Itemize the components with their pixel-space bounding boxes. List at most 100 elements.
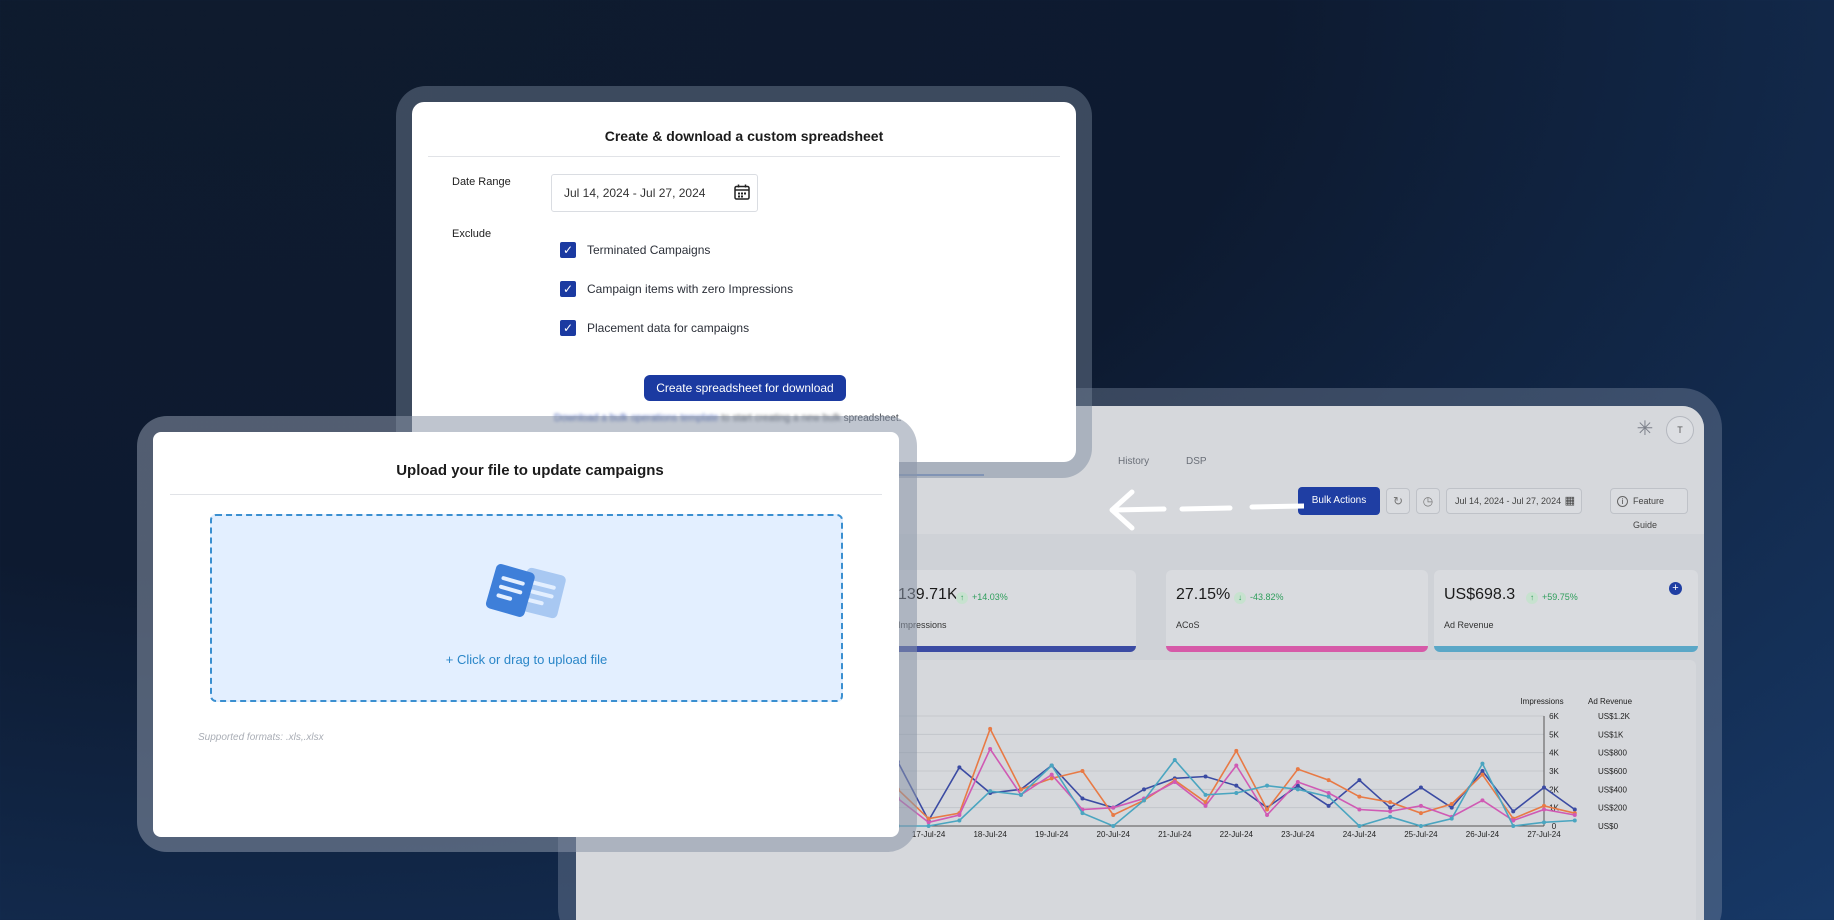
arrow-up-icon: ↑ — [1526, 592, 1538, 604]
data-point — [1203, 774, 1208, 779]
revenue-tick-label: US$800 — [1598, 749, 1627, 758]
data-point — [1049, 763, 1054, 768]
data-point — [1511, 809, 1516, 814]
data-point — [1265, 783, 1270, 788]
x-tick-label: 18-Jul-24 — [973, 830, 1007, 839]
revenue-axis-title: Ad Revenue — [1588, 697, 1633, 706]
file-drop-zone[interactable]: + Click or drag to upload file — [210, 514, 843, 702]
data-point — [1142, 798, 1146, 803]
data-point — [1111, 813, 1116, 817]
checkmark-icon[interactable]: ✓ — [560, 320, 576, 336]
data-point — [1449, 805, 1454, 810]
arrow-down-icon: ↓ — [1234, 592, 1246, 604]
data-point — [1542, 785, 1546, 790]
download-modal: Create & download a custom spreadsheet D… — [412, 102, 1076, 462]
data-point — [1480, 798, 1485, 803]
impressions-axis-title: Impressions — [1520, 697, 1563, 706]
impressions-tick-label: 5K — [1549, 730, 1559, 739]
bulk-actions-button[interactable]: Bulk Actions — [1298, 487, 1380, 515]
x-tick-label: 27-Jul-24 — [1527, 830, 1561, 839]
data-point — [1265, 807, 1270, 812]
data-point — [1295, 767, 1300, 772]
divider — [170, 494, 882, 495]
feature-guide-button[interactable]: i Feature Guide — [1610, 488, 1688, 530]
x-tick-label: 26-Jul-24 — [1466, 830, 1500, 839]
tab-history[interactable]: History — [1118, 456, 1149, 467]
x-tick-label: 21-Jul-24 — [1158, 830, 1192, 839]
data-point — [1388, 800, 1393, 805]
kpi-delta: ↑ +14.03% — [956, 592, 1008, 604]
data-point — [1357, 807, 1362, 812]
revenue-tick-label: US$0 — [1598, 822, 1619, 831]
data-point — [1572, 807, 1577, 812]
checkmark-icon[interactable]: ✓ — [560, 281, 576, 297]
data-point — [1480, 769, 1485, 773]
data-point — [1418, 803, 1423, 808]
kpi-delta: ↓ -43.82% — [1234, 592, 1284, 604]
supported-formats: Supported formats: .xls,.xlsx — [198, 732, 324, 743]
data-point — [1511, 824, 1516, 828]
date-range-input[interactable]: Jul 14, 2024 - Jul 27, 2024 — [551, 174, 758, 212]
kpi-card-ad-revenue[interactable]: US$698.3 ↑ +59.75% Ad Revenue + — [1434, 570, 1698, 652]
revenue-tick-label: US$1K — [1598, 730, 1624, 739]
data-point — [1388, 805, 1393, 810]
kpi-color-bar — [1166, 646, 1428, 652]
data-point — [988, 789, 993, 794]
data-point — [1203, 803, 1208, 808]
data-point — [1542, 820, 1546, 825]
kpi-label: ACoS — [1176, 620, 1200, 630]
history-icon[interactable]: ◷ — [1416, 488, 1440, 514]
data-point — [1234, 791, 1239, 795]
impressions-tick-label: 6K — [1549, 712, 1559, 721]
avatar[interactable]: T — [1666, 416, 1694, 444]
data-point — [1295, 780, 1300, 784]
revenue-tick-label: US$400 — [1598, 785, 1627, 794]
tab-dsp[interactable]: DSP — [1186, 456, 1207, 467]
data-point — [1018, 792, 1023, 797]
dashboard-date-range[interactable]: Jul 14, 2024 - Jul 27, 2024 ▦ — [1446, 488, 1582, 514]
calendar-icon[interactable] — [733, 183, 751, 201]
data-point — [1234, 783, 1239, 788]
kpi-value: US$698.3 — [1444, 586, 1516, 603]
refresh-icon[interactable]: ↻ — [1386, 488, 1410, 514]
impressions-tick-label: 4K — [1549, 749, 1559, 758]
data-point — [1418, 824, 1423, 828]
create-spreadsheet-button[interactable]: Create spreadsheet for download — [644, 375, 846, 401]
kpi-card-impressions[interactable]: 139.71K ↑ +14.03% Impressions — [888, 570, 1136, 652]
data-point — [1172, 780, 1177, 784]
data-point — [1018, 787, 1023, 792]
divider — [428, 156, 1060, 157]
checkbox-label: Terminated Campaigns — [587, 243, 711, 257]
exclude-label: Exclude — [452, 228, 492, 240]
data-point — [1357, 794, 1362, 799]
impressions-tick-label: 3K — [1549, 767, 1559, 776]
checkmark-icon[interactable]: ✓ — [560, 242, 576, 258]
data-point — [1388, 809, 1393, 814]
x-tick-label: 22-Jul-24 — [1220, 830, 1254, 839]
data-point — [957, 765, 962, 770]
data-point — [1357, 778, 1362, 783]
x-tick-label: 23-Jul-24 — [1281, 830, 1315, 839]
kpi-label: Ad Revenue — [1444, 620, 1494, 630]
documents-icon — [485, 564, 566, 619]
date-range-label: Date Range — [452, 176, 511, 188]
kpi-color-bar — [1434, 646, 1698, 652]
download-modal-title: Create & download a custom spreadsheet — [604, 128, 884, 144]
add-metric-icon[interactable]: + — [1669, 582, 1682, 595]
data-point — [1265, 813, 1270, 817]
data-point — [1449, 802, 1454, 806]
data-point — [988, 747, 993, 751]
data-point — [1234, 763, 1239, 768]
data-point — [1080, 769, 1085, 773]
settings-asterisk-icon[interactable]: ✳ — [1634, 418, 1656, 440]
upload-modal-title: Upload your file to update campaigns — [396, 462, 664, 479]
x-tick-label: 24-Jul-24 — [1343, 830, 1377, 839]
x-tick-label: 19-Jul-24 — [1035, 830, 1069, 839]
data-point — [1572, 813, 1577, 817]
data-point — [957, 813, 962, 817]
data-point — [926, 816, 931, 821]
kpi-card-acos[interactable]: 27.15% ↓ -43.82% ACoS — [1166, 570, 1428, 652]
date-range-value: Jul 14, 2024 - Jul 27, 2024 — [564, 186, 706, 200]
x-tick-label: 25-Jul-24 — [1404, 830, 1438, 839]
upload-prompt[interactable]: + Click or drag to upload file — [212, 652, 841, 667]
